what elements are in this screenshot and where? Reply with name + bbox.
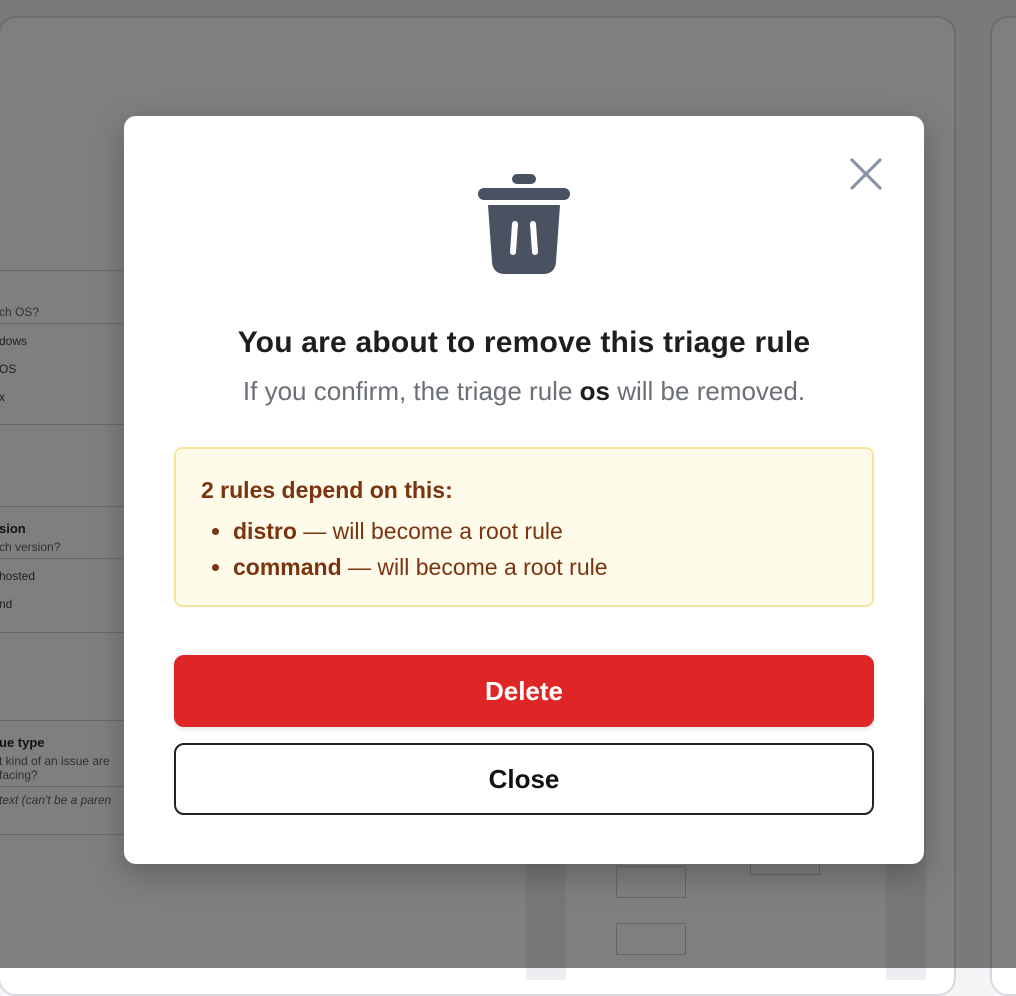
close-button[interactable]: Close [174, 743, 874, 815]
dialog-title: You are about to remove this triage rule [237, 326, 811, 359]
dependency-name: command [233, 554, 342, 580]
subtitle-suffix: will be removed. [617, 376, 806, 406]
delete-rule-dialog: You are about to remove this triage rule… [124, 116, 924, 864]
dependency-effect: — will become a root rule [341, 554, 608, 580]
dependency-list: distro — will become a root rule command… [201, 513, 608, 585]
warning-heading: 2 rules depend on this: [201, 477, 453, 503]
dependency-name: distro [233, 518, 297, 544]
dependency-item: command — will become a root rule [201, 549, 608, 585]
dependency-effect: — will become a root rule [296, 518, 563, 544]
dependency-item: distro — will become a root rule [201, 513, 608, 549]
close-icon[interactable] [848, 156, 884, 192]
trash-icon [478, 174, 570, 276]
dialog-subtitle: If you confirm, the triage rule os will … [124, 376, 924, 407]
dependency-warning: 2 rules depend on this: distro — will be… [174, 447, 874, 607]
subtitle-prefix: If you confirm, the triage rule [242, 376, 573, 406]
rule-name: os [579, 376, 610, 406]
delete-button[interactable]: Delete [174, 655, 874, 727]
